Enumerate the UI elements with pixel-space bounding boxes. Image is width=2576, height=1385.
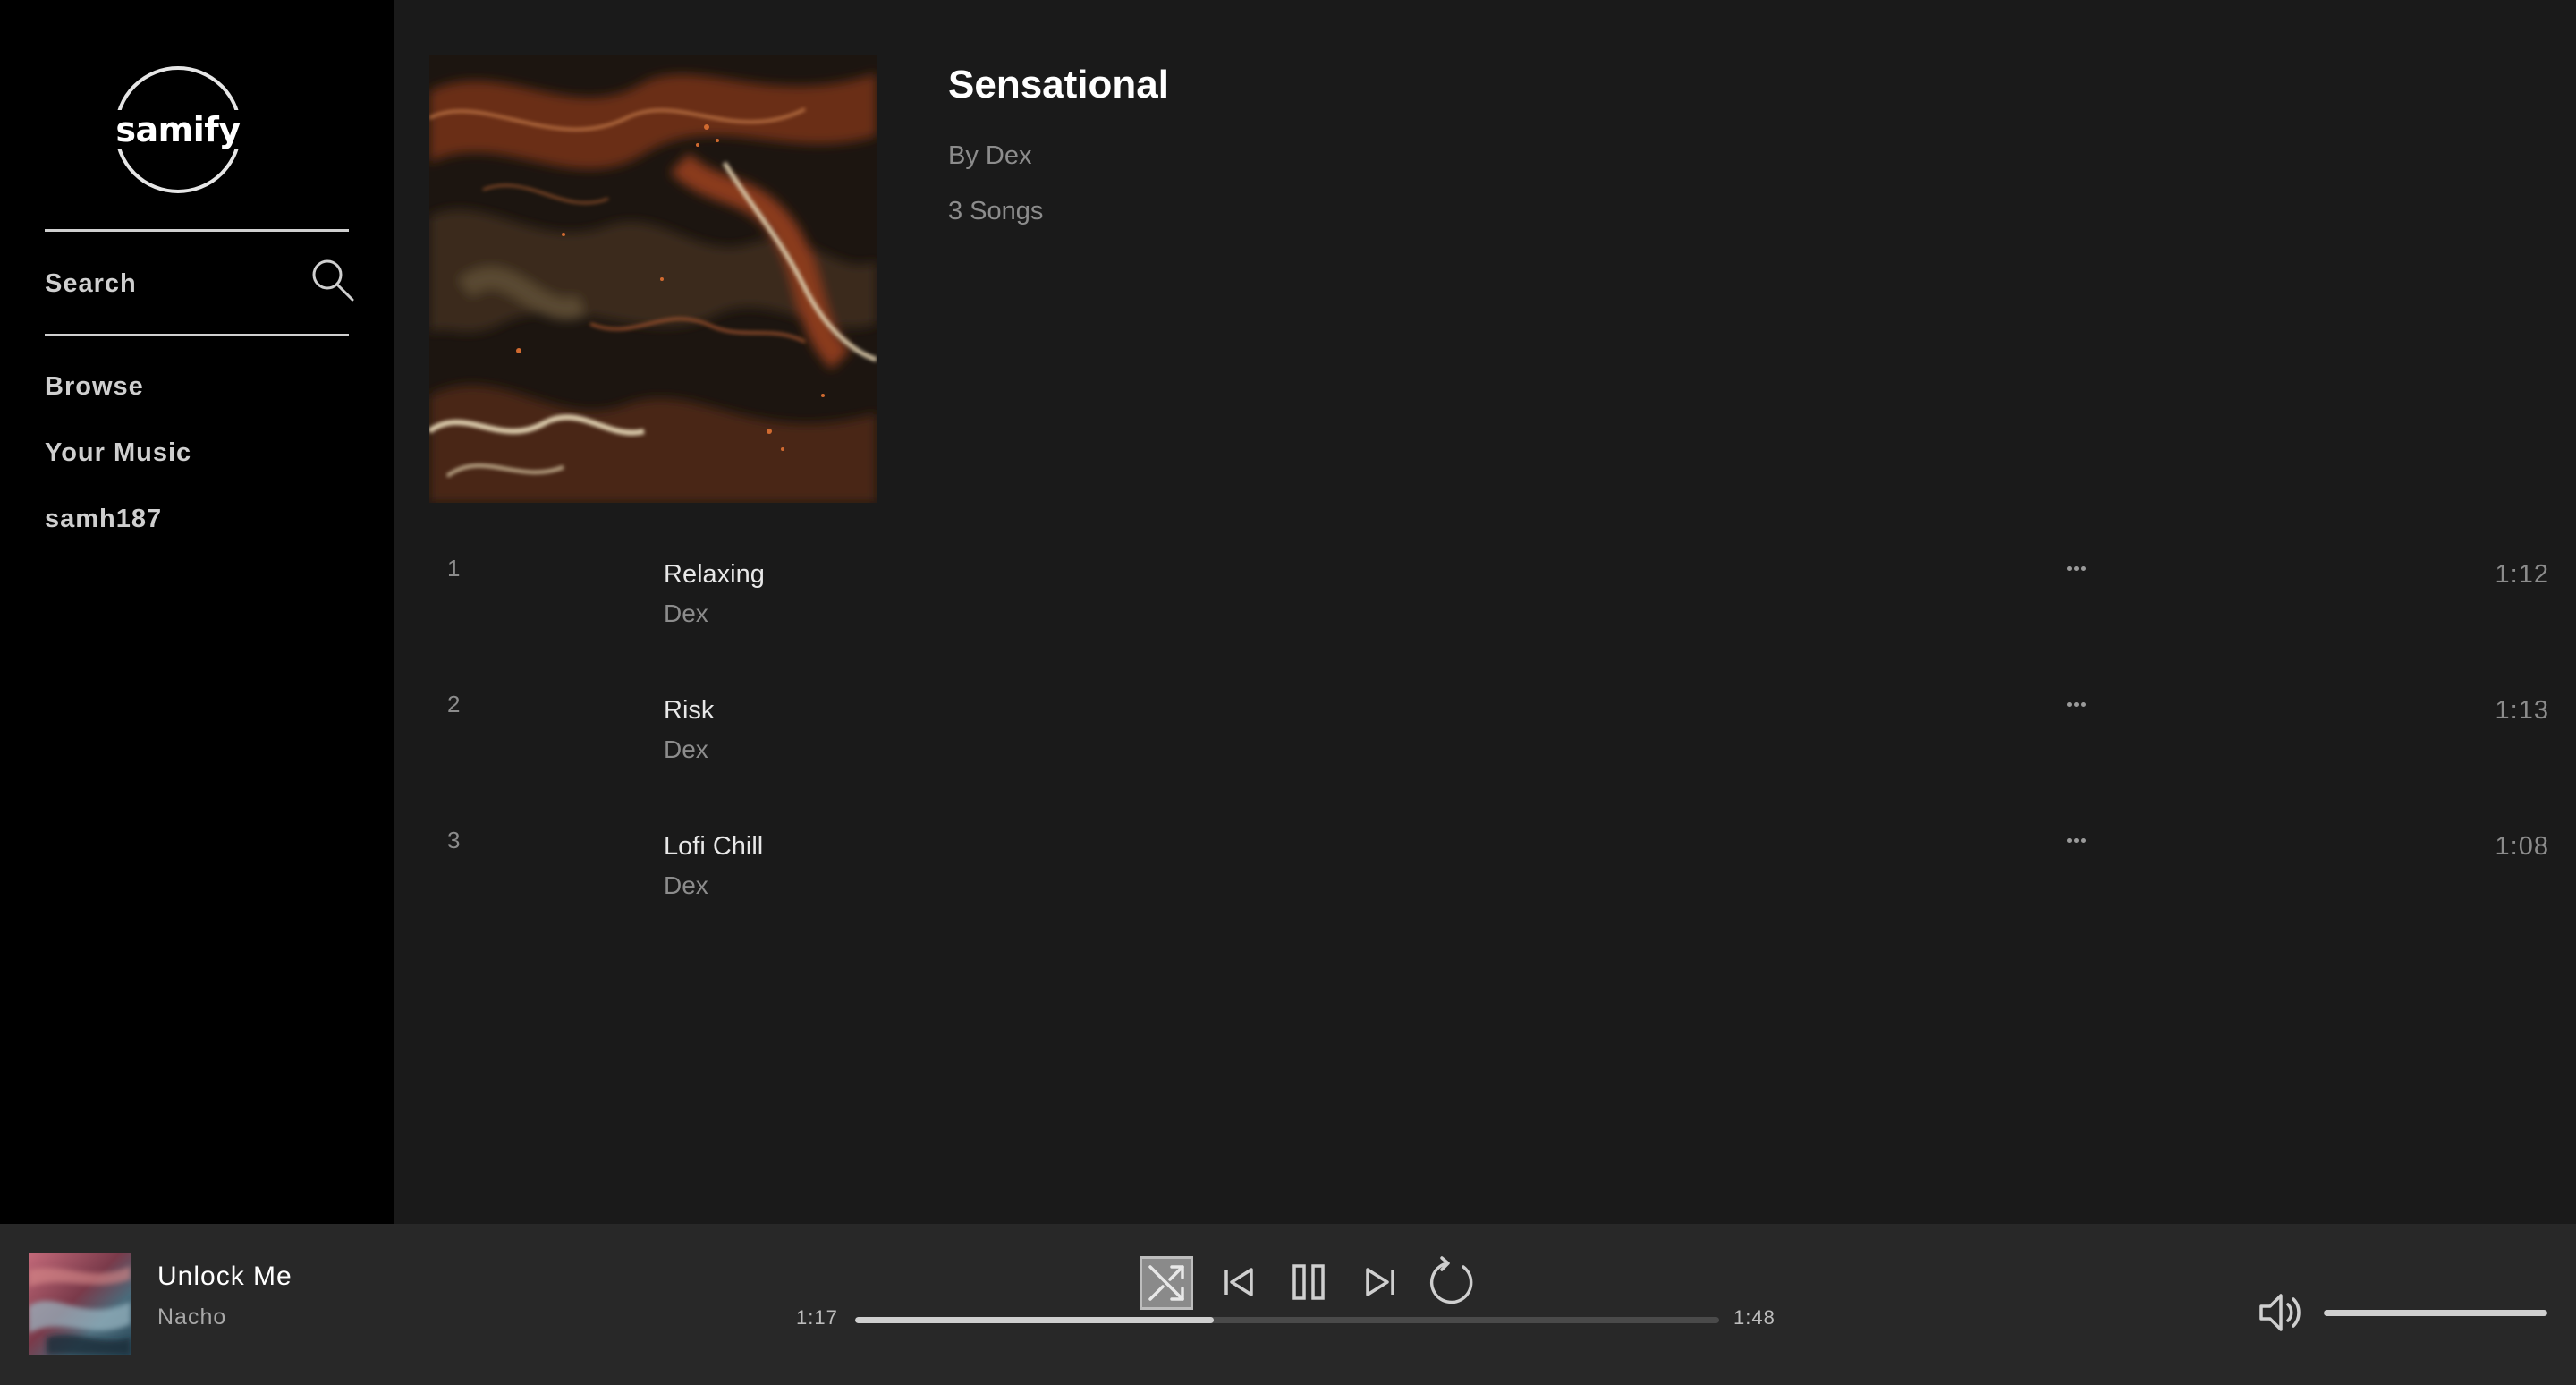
track-row[interactable]: 2 Risk Dex 1:13 — [429, 691, 2549, 798]
more-options-icon[interactable] — [2063, 834, 2089, 846]
player-bar: Unlock Me Nacho 1:17 1:48 — [0, 1224, 2576, 1385]
track-number: 2 — [447, 691, 461, 718]
album-title: Sensational — [948, 63, 1169, 106]
now-playing-art[interactable] — [29, 1253, 131, 1355]
now-playing-title[interactable]: Unlock Me — [157, 1262, 292, 1292]
track-row[interactable]: 3 Lofi Chill Dex 1:08 — [429, 827, 2549, 934]
repeat-button[interactable] — [1426, 1253, 1479, 1310]
track-title[interactable]: Lofi Chill — [664, 832, 763, 862]
volume-button[interactable] — [2254, 1287, 2306, 1338]
track-title[interactable]: Relaxing — [664, 560, 765, 590]
nav-item-browse[interactable]: Browse — [45, 372, 144, 402]
track-title[interactable]: Risk — [664, 696, 714, 726]
more-options-icon[interactable] — [2063, 562, 2089, 574]
shuffle-icon — [1148, 1265, 1184, 1301]
nav-item-profile[interactable]: samh187 — [45, 505, 162, 534]
pause-icon — [1292, 1264, 1325, 1300]
nav-item-your-music[interactable]: Your Music — [45, 438, 191, 468]
previous-button[interactable] — [1218, 1260, 1259, 1304]
repeat-icon — [1429, 1256, 1473, 1304]
track-number: 1 — [447, 555, 461, 582]
volume-icon — [2259, 1294, 2301, 1331]
previous-icon — [1224, 1268, 1253, 1296]
search-icon[interactable] — [309, 257, 356, 303]
track-duration: 1:08 — [2495, 832, 2549, 861]
track-row[interactable]: 1 Relaxing Dex 1:12 — [429, 555, 2549, 662]
track-artist[interactable]: Dex — [664, 599, 708, 628]
track-duration: 1:12 — [2495, 560, 2549, 589]
volume-fill — [2324, 1310, 2547, 1316]
now-playing-artist[interactable]: Nacho — [157, 1304, 226, 1330]
track-number: 3 — [447, 827, 461, 854]
track-duration: 1:13 — [2495, 696, 2549, 725]
album-cover-art — [429, 55, 877, 503]
search-box[interactable]: Search — [45, 229, 354, 336]
logo-text: samify — [114, 110, 242, 149]
progress-fill — [855, 1317, 1214, 1323]
progress-bar[interactable] — [855, 1317, 1719, 1323]
next-icon — [1366, 1268, 1394, 1296]
more-options-icon[interactable] — [2063, 698, 2089, 710]
sidebar: samify Search Browse Your Music samh187 — [0, 0, 394, 1224]
album-view: Sensational By Dex 3 Songs 1 Relaxing De… — [394, 0, 2576, 1224]
next-button[interactable] — [1360, 1260, 1401, 1304]
samify-logo[interactable]: samify — [114, 66, 242, 193]
pause-button[interactable] — [1288, 1258, 1329, 1306]
app-root: samify Search Browse Your Music samh187 — [0, 0, 2576, 1385]
shuffle-button[interactable] — [1140, 1256, 1193, 1310]
time-total: 1:48 — [1733, 1306, 1775, 1329]
album-artist[interactable]: By Dex — [948, 141, 1031, 171]
search-label: Search — [45, 269, 137, 298]
album-song-count: 3 Songs — [948, 197, 1044, 225]
track-artist[interactable]: Dex — [664, 871, 708, 900]
track-artist[interactable]: Dex — [664, 735, 708, 764]
time-elapsed: 1:17 — [796, 1306, 838, 1329]
volume-slider[interactable] — [2324, 1310, 2547, 1316]
